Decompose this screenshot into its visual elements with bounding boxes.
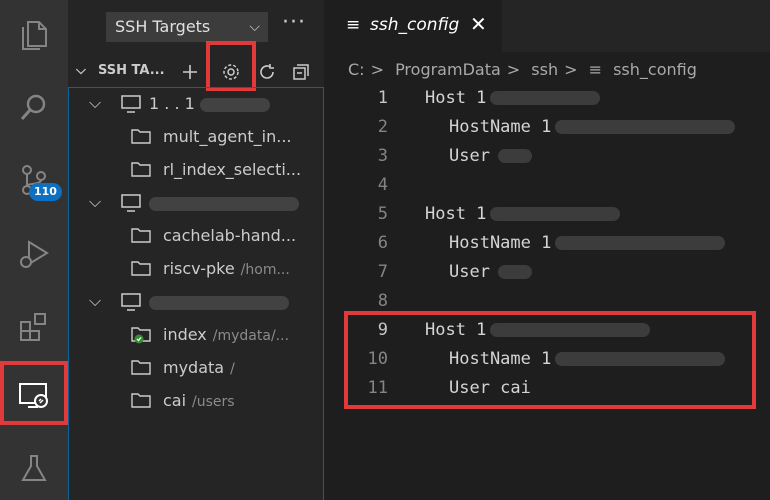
breadcrumb: C: > ProgramData > ssh > ≡ ssh_config bbox=[348, 60, 703, 79]
monitor-icon bbox=[121, 293, 141, 315]
host-label: 1 . . 1 bbox=[149, 94, 270, 113]
breadcrumb-item[interactable]: ProgramData bbox=[395, 60, 501, 79]
breadcrumb-item[interactable]: C: bbox=[348, 60, 365, 79]
close-icon[interactable]: ✕ bbox=[470, 12, 487, 36]
view-selector[interactable]: SSH Targets ⌵ bbox=[106, 12, 268, 42]
remote-explorer-highlight-box bbox=[0, 361, 68, 425]
line-number: 1 bbox=[377, 88, 388, 108]
code-line: 7 User bbox=[324, 262, 770, 290]
folder-icon bbox=[131, 227, 151, 247]
folder-connected-icon bbox=[131, 326, 153, 348]
tree-host[interactable]: ⌵ bbox=[69, 286, 323, 319]
folder-label: riscv-pke/hom... bbox=[163, 259, 290, 278]
line-number: 4 bbox=[377, 175, 388, 195]
folder-icon bbox=[131, 260, 151, 280]
breadcrumb-item[interactable]: ssh bbox=[531, 60, 558, 79]
chevron-down-icon: ⌵ bbox=[249, 19, 260, 35]
file-lines-icon: ≡ bbox=[588, 60, 602, 79]
tab-ssh-config[interactable]: ≡ ssh_config ✕ bbox=[324, 0, 502, 52]
gear-highlight-box bbox=[206, 41, 256, 91]
folder-icon bbox=[131, 161, 151, 181]
add-new-icon[interactable] bbox=[178, 60, 202, 84]
code-line: 6 HostName 1 bbox=[324, 233, 770, 261]
section-title: SSH TA... bbox=[98, 63, 165, 78]
host-label bbox=[149, 193, 299, 212]
collapse-all-icon[interactable] bbox=[289, 60, 313, 84]
host-label bbox=[149, 292, 289, 311]
view-selector-label: SSH Targets bbox=[115, 17, 211, 36]
line-number: 5 bbox=[377, 204, 388, 224]
tree-host[interactable]: ⌵ bbox=[69, 187, 323, 220]
chevron-down-icon: ⌵ bbox=[89, 291, 102, 310]
folder-icon bbox=[131, 359, 151, 379]
tree-host[interactable]: ⌵ 1 . . 1 bbox=[69, 88, 323, 121]
line-number: 7 bbox=[377, 262, 388, 282]
tree-folder[interactable]: index/mydata/... bbox=[69, 319, 323, 352]
extensions-icon[interactable] bbox=[0, 298, 68, 354]
folder-label: index/mydata/... bbox=[163, 325, 290, 344]
source-control-badge: 110 bbox=[29, 183, 62, 201]
line-text: Host 1 bbox=[425, 88, 601, 108]
folder-label: rl_index_selecti... bbox=[163, 160, 302, 179]
tab-label: ssh_config bbox=[370, 15, 460, 35]
code-line: 4 bbox=[324, 175, 770, 203]
line-number: 6 bbox=[377, 233, 388, 253]
chevron-right-icon: > bbox=[370, 60, 384, 79]
chevron-right-icon: > bbox=[564, 60, 578, 79]
monitor-icon bbox=[121, 95, 141, 117]
code-line: 2 HostName 1 bbox=[324, 117, 770, 145]
sidebar-header: SSH Targets ⌵ ··· bbox=[68, 0, 324, 52]
code-line: 1 Host 1 bbox=[324, 88, 770, 116]
activity-bar: 110 bbox=[0, 0, 68, 500]
line-number: 8 bbox=[377, 291, 388, 311]
tree-folder[interactable]: mydata / bbox=[69, 352, 323, 385]
ssh-targets-section-header[interactable]: ⌵ SSH TA... bbox=[68, 58, 324, 86]
search-icon[interactable] bbox=[0, 80, 68, 136]
run-debug-icon[interactable] bbox=[0, 226, 68, 282]
line-text: User bbox=[449, 146, 532, 166]
breadcrumb-item[interactable]: ssh_config bbox=[613, 60, 697, 79]
line-text: HostName 1 bbox=[449, 117, 736, 137]
chevron-down-icon: ⌵ bbox=[76, 63, 86, 78]
line-number: 2 bbox=[377, 117, 388, 137]
line-text: User bbox=[449, 262, 532, 282]
folder-label: mult_agent_in... bbox=[163, 127, 292, 146]
folder-icon bbox=[131, 392, 151, 412]
refresh-icon[interactable] bbox=[255, 60, 279, 84]
line-text: Host 1 bbox=[425, 204, 621, 224]
folder-label: cachelab-hand... bbox=[163, 226, 297, 245]
editor-tab-bar: ≡ ssh_config ✕ bbox=[324, 0, 770, 52]
tree-folder[interactable]: mult_agent_in... bbox=[69, 121, 323, 154]
line-text: HostName 1 bbox=[449, 233, 726, 253]
more-actions-icon[interactable]: ··· bbox=[282, 10, 306, 35]
monitor-icon bbox=[121, 194, 141, 216]
tree-folder[interactable]: cachelab-hand... bbox=[69, 220, 323, 253]
file-lines-icon: ≡ bbox=[346, 15, 361, 35]
chevron-right-icon: > bbox=[506, 60, 521, 79]
sidebar: SSH Targets ⌵ ··· ⌵ SSH TA... ⌵ 1 . . 1 bbox=[68, 0, 324, 500]
chevron-down-icon: ⌵ bbox=[89, 192, 102, 211]
folder-label: cai/users bbox=[163, 391, 235, 410]
tree-folder[interactable]: riscv-pke/hom... bbox=[69, 253, 323, 286]
tree-folder[interactable]: cai/users bbox=[69, 385, 323, 418]
folder-label: mydata / bbox=[163, 358, 235, 377]
code-line: 5 Host 1 bbox=[324, 204, 770, 232]
host-block-highlight-box bbox=[344, 311, 756, 409]
tree-folder[interactable]: rl_index_selecti... bbox=[69, 154, 323, 187]
line-number: 3 bbox=[377, 146, 388, 166]
testing-icon[interactable] bbox=[0, 440, 68, 496]
ssh-targets-tree: ⌵ 1 . . 1 mult_agent_in... rl_index_sele… bbox=[68, 87, 324, 500]
chevron-down-icon: ⌵ bbox=[89, 93, 102, 112]
code-line: 3 User bbox=[324, 146, 770, 174]
explorer-icon[interactable] bbox=[0, 6, 68, 62]
folder-icon bbox=[131, 128, 151, 148]
